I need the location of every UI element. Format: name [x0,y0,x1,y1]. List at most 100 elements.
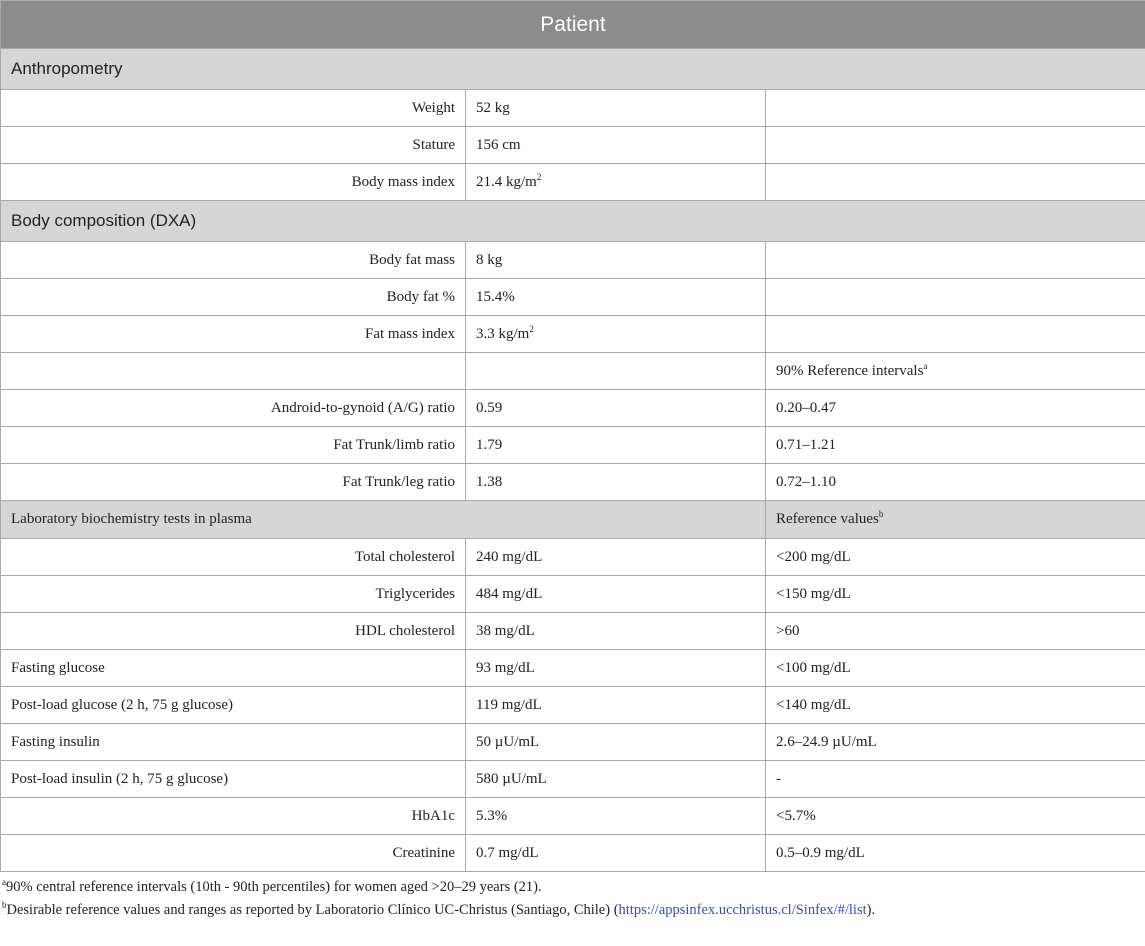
footnote-b-text: Desirable reference values and ranges as… [6,902,619,918]
row-reference: 0.5–0.9 mg/dL [765,834,1145,872]
patient-data-table: Patient Anthropometry Weight 52 kg Stature… [0,0,1145,872]
row-value: 3.3 kg/m2 [465,315,766,353]
row-label: Fasting glucose [0,649,466,687]
table-title-row: Patient [0,0,1145,49]
row-value: 240 mg/dL [465,538,766,576]
row-value-text: 156 cm [476,136,521,153]
row-label: Body fat % [0,278,466,316]
row-value-unit-superscript: 2 [536,171,542,182]
row-reference [765,278,1145,316]
section-header-body-composition: Body composition (DXA) [0,200,1145,242]
row-reference: 0.71–1.21 [765,426,1145,464]
row-value: 93 mg/dL [465,649,766,687]
row-label: Fat mass index [0,315,466,353]
row-reference: <140 mg/dL [765,686,1145,724]
row-reference [765,89,1145,127]
table-row: Fasting glucose 93 mg/dL <100 mg/dL [0,649,1145,687]
row-label: Post-load glucose (2 h, 75 g glucose) [0,686,466,724]
row-label: HbA1c [0,797,466,835]
row-value-text: 484 mg/dL [476,585,543,602]
table-row: Fat mass index 3.3 kg/m2 [0,315,1145,353]
footnote-b: bDesirable reference values and ranges a… [2,899,1145,922]
row-value-text: 580 µU/mL [476,770,547,787]
row-reference [765,241,1145,279]
empty-cell [465,352,766,390]
row-value: 38 mg/dL [465,612,766,650]
table-row: Fat Trunk/limb ratio 1.79 0.71–1.21 [0,426,1145,464]
row-reference: 2.6–24.9 µU/mL [765,723,1145,761]
row-reference [765,126,1145,164]
row-label: Fasting insulin [0,723,466,761]
row-label: Weight [0,89,466,127]
table-title: Patient [0,0,1145,49]
row-value-text: 15.4% [476,288,515,305]
row-value: 580 µU/mL [465,760,766,798]
row-label: HDL cholesterol [0,612,466,650]
table-row: HDL cholesterol 38 mg/dL >60 [0,612,1145,650]
reference-values-header: Reference valuesb [765,500,1145,539]
row-value-text: 8 kg [476,251,503,268]
row-value: 5.3% [465,797,766,835]
row-label: Fat Trunk/leg ratio [0,463,466,501]
row-reference [765,315,1145,353]
footnote-a: a90% central reference intervals (10th -… [2,876,1145,899]
row-label: Triglycerides [0,575,466,613]
row-reference: <200 mg/dL [765,538,1145,576]
row-value: 50 µU/mL [465,723,766,761]
section-header-anthropometry: Anthropometry [0,48,1145,90]
row-label: Total cholesterol [0,538,466,576]
row-value: 21.4 kg/m2 [465,163,766,201]
row-value: 156 cm [465,126,766,164]
table-row: Android-to-gynoid (A/G) ratio 0.59 0.20–0.… [0,389,1145,427]
row-value: 1.79 [465,426,766,464]
row-value-unit-superscript: 2 [529,323,534,334]
table-row: Post-load insulin (2 h, 75 g glucose) 580… [0,760,1145,798]
table-row: HbA1c 5.3% <5.7% [0,797,1145,835]
row-value: 0.7 mg/dL [465,834,766,872]
section-title-anthropometry: Anthropometry [0,48,1145,90]
table-row: Fat Trunk/leg ratio 1.38 0.72–1.10 [0,463,1145,501]
row-value-text: 240 mg/dL [476,548,543,565]
row-value-text: 38 mg/dL [476,622,535,639]
table-row: Stature 156 cm [0,126,1145,164]
row-label: Stature [0,126,466,164]
row-reference: 0.20–0.47 [765,389,1145,427]
row-value-text: 52 kg [476,99,510,116]
reference-intervals-header: 90% Reference intervalsa [765,352,1145,390]
row-label: Fat Trunk/limb ratio [0,426,466,464]
table-row: Triglycerides 484 mg/dL <150 mg/dL [0,575,1145,613]
row-label: Android-to-gynoid (A/G) ratio [0,389,466,427]
footnote-a-text: 90% central reference intervals (10th - … [6,879,542,895]
row-label: Body mass index [0,163,466,201]
table-row: Creatinine 0.7 mg/dL 0.5–0.9 mg/dL [0,834,1145,872]
table-footnotes: a90% central reference intervals (10th -… [0,876,1145,922]
row-value-text: 1.38 [476,473,503,490]
row-reference: <5.7% [765,797,1145,835]
table-row: Fasting insulin 50 µU/mL 2.6–24.9 µU/mL [0,723,1145,761]
table-row: Weight 52 kg [0,89,1145,127]
footnote-b-text-end: ). [866,902,876,918]
row-label: Post-load insulin (2 h, 75 g glucose) [0,760,466,798]
empty-cell [0,352,466,390]
footnote-b-link[interactable]: https://appsinfex.ucchristus.cl/Sinfex/#… [619,902,867,918]
row-label: Body fat mass [0,241,466,279]
row-value: 15.4% [465,278,766,316]
row-value: 119 mg/dL [465,686,766,724]
section-header-lab: Laboratory biochemistry tests in plasma R… [0,500,1145,539]
row-value-text: 93 mg/dL [476,659,535,676]
row-value-text: 5.3% [476,807,508,824]
row-value-text: 119 mg/dL [476,696,542,713]
row-reference: >60 [765,612,1145,650]
row-reference: <150 mg/dL [765,575,1145,613]
reference-intervals-header-row: 90% Reference intervalsa [0,352,1145,390]
row-value: 0.59 [465,389,766,427]
row-value-text: 21.4 kg/m [476,173,537,190]
row-value-text: 50 µU/mL [476,733,540,750]
row-reference: - [765,760,1145,798]
table-row: Body fat mass 8 kg [0,241,1145,279]
reference-intervals-label: 90% Reference intervals [776,362,924,379]
row-value-text: 3.3 kg/m [476,325,530,342]
document: Patient Anthropometry Weight 52 kg Stature… [0,0,1145,922]
table-row: Total cholesterol 240 mg/dL <200 mg/dL [0,538,1145,576]
section-title-body-composition: Body composition (DXA) [0,200,1145,242]
